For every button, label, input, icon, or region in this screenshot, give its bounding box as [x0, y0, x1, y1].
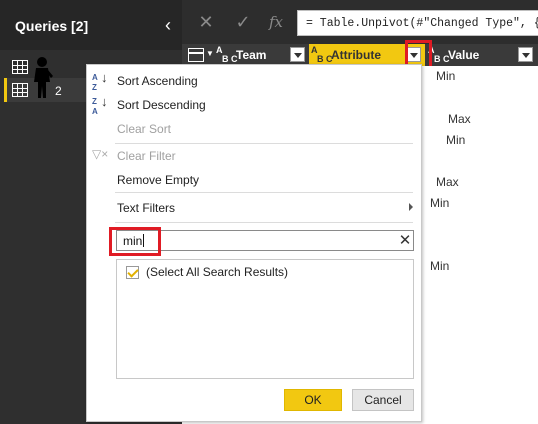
cancel-button[interactable]: Cancel — [352, 389, 414, 411]
sort-descending-item[interactable]: Sort Descending — [117, 98, 206, 112]
table-cell: Max — [436, 175, 459, 189]
table-icon — [12, 60, 28, 74]
sort-descending-icon: Z A ↓ — [92, 94, 108, 116]
menu-separator — [115, 192, 413, 193]
menu-separator — [115, 222, 413, 223]
formula-text: = Table.Unpivot(#"Changed Type", {" — [306, 17, 538, 30]
sort-ascending-item[interactable]: Sort Ascending — [117, 74, 198, 88]
sort-ascending-icon: A Z ↓ — [92, 70, 108, 92]
queries-header: Queries [2] ‹ — [0, 0, 182, 50]
table-cell: Min — [430, 196, 450, 210]
filter-dropdown-panel: A Z ↓ Sort Ascending Z A ↓ Sort Descending C… — [86, 64, 422, 422]
filter-dropdown-button[interactable] — [290, 47, 305, 62]
table-icon — [12, 83, 28, 97]
text-type-icon: AB C — [311, 45, 333, 64]
table-cell: Min — [430, 259, 450, 273]
clear-filter-icon: ▽× — [92, 147, 109, 161]
text-type-icon: AB C — [216, 45, 238, 64]
select-all-checkbox[interactable] — [126, 266, 139, 279]
grid-header: ▼ AB C Team AB C Attribute AB C Value — [182, 44, 538, 66]
chevron-left-icon[interactable]: ‹ — [160, 14, 176, 36]
fx-button[interactable]: fx — [265, 11, 287, 33]
menu-separator — [115, 143, 413, 144]
queries-title: Queries [2] — [15, 18, 89, 34]
clear-filter-item[interactable]: Clear Filter — [117, 149, 176, 163]
formula-bar: ✕ ✓ fx = Table.Unpivot(#"Changed Type", … — [182, 0, 538, 44]
table-menu-icon[interactable] — [188, 48, 204, 62]
check-icon[interactable]: ✓ — [232, 11, 254, 33]
close-icon[interactable]: ✕ — [397, 232, 413, 250]
filter-dropdown-button[interactable] — [518, 47, 533, 62]
column-name: Value — [448, 48, 480, 62]
close-icon[interactable]: ✕ — [195, 11, 217, 33]
column-header-value[interactable]: AB C Value — [426, 44, 538, 66]
clear-sort-item[interactable]: Clear Sort — [117, 122, 171, 136]
column-name: Team — [236, 48, 267, 62]
grid-body: Min Max Min Max Min Min — [422, 66, 538, 424]
highlight-annotation — [109, 227, 161, 256]
filter-values-list: (Select All Search Results) — [116, 259, 414, 379]
select-all-label[interactable]: (Select All Search Results) — [146, 265, 288, 279]
table-cell: Max — [448, 112, 471, 126]
figure-sticker-icon — [34, 57, 53, 98]
ok-button[interactable]: OK — [284, 389, 342, 411]
table-cell: Min — [446, 133, 466, 147]
column-name: Attribute — [331, 48, 381, 62]
chevron-down-icon: ▼ — [206, 49, 214, 58]
query-name: 2 — [55, 84, 62, 98]
formula-input[interactable]: = Table.Unpivot(#"Changed Type", {" — [297, 10, 538, 36]
table-cell: Min — [436, 69, 456, 83]
text-filters-item[interactable]: Text Filters — [117, 201, 175, 215]
chevron-right-icon — [409, 203, 413, 211]
remove-empty-item[interactable]: Remove Empty — [117, 173, 199, 187]
column-header-team[interactable]: AB C Team — [214, 44, 308, 66]
